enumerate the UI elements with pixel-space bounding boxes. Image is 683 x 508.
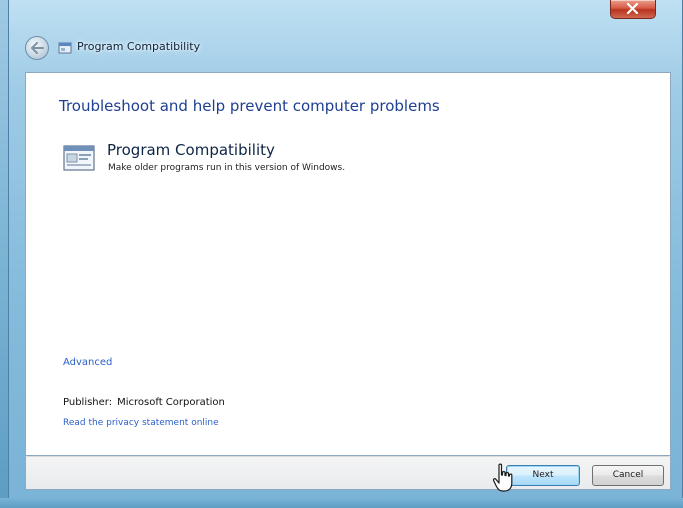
program-compatibility-icon (63, 145, 95, 171)
close-button[interactable] (610, 0, 656, 19)
title-bar[interactable]: Program Compatibility (9, 0, 682, 70)
page-heading: Troubleshoot and help prevent computer p… (59, 97, 440, 115)
publisher-value: Microsoft Corporation (117, 397, 225, 408)
window-frame: Program Compatibility Troubleshoot and h… (8, 0, 683, 508)
wizard-content: Troubleshoot and help prevent computer p… (25, 72, 671, 456)
publisher-line: Publisher: Microsoft Corporation (63, 397, 225, 408)
desktop-strip (0, 498, 683, 508)
wizard-icon (58, 42, 72, 54)
advanced-link[interactable]: Advanced (63, 357, 112, 368)
program-title: Program Compatibility (107, 141, 275, 159)
privacy-statement-link[interactable]: Read the privacy statement online (63, 418, 219, 428)
button-bar: Next Cancel (25, 456, 671, 490)
cancel-button[interactable]: Cancel (592, 465, 664, 486)
next-button[interactable]: Next (506, 465, 580, 486)
program-compatibility-item[interactable]: Program Compatibility Make older program… (63, 141, 483, 181)
program-description: Make older programs run in this version … (108, 163, 346, 173)
back-arrow-icon (31, 42, 44, 54)
close-icon (626, 3, 639, 14)
window-title: Program Compatibility (77, 40, 201, 53)
publisher-label: Publisher: (63, 397, 113, 408)
back-button[interactable] (25, 36, 49, 60)
